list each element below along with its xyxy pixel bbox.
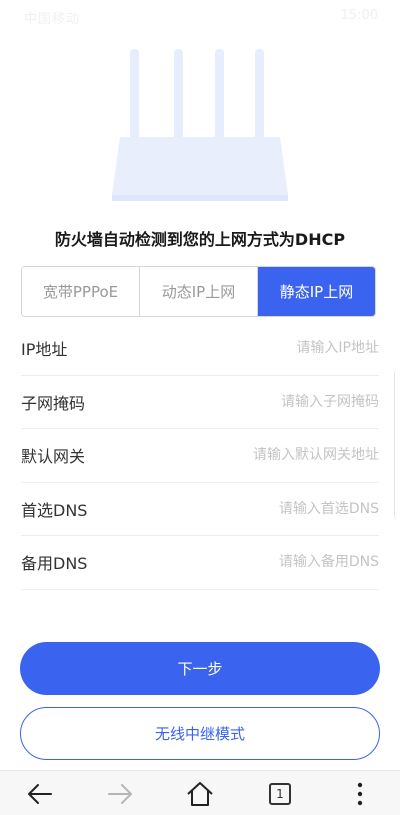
router-illustration-icon	[112, 49, 288, 201]
forward-arrow-icon	[108, 783, 132, 804]
primary-dns-input[interactable]	[179, 500, 379, 517]
page-title: 防火墙自动检测到您的上网方式为DHCP	[54, 230, 346, 249]
connection-mode-tabs: 宽带PPPoE 动态IP上网 静态IP上网	[21, 266, 376, 317]
tab-dynamic-ip[interactable]: 动态IP上网	[140, 267, 258, 316]
carrier-text: 中国移动	[24, 12, 81, 27]
form-row-mask: 子网掩码	[21, 376, 379, 429]
form-row-ip: IP地址	[21, 322, 379, 376]
gateway-input[interactable]	[179, 447, 379, 464]
form-row-gateway: 默认网关	[21, 429, 379, 483]
form-row-dns2: 备用DNS	[21, 536, 379, 590]
tab-pppoe[interactable]: 宽带PPPoE	[22, 267, 140, 316]
forward-button[interactable]	[95, 771, 145, 815]
browser-toolbar: 1	[0, 770, 400, 815]
tabs-icon: 1	[269, 782, 291, 805]
subnet-mask-input[interactable]	[179, 393, 379, 410]
tab-static-ip[interactable]: 静态IP上网	[258, 267, 375, 316]
dns1-label: 首选DNS	[21, 500, 88, 520]
scroll-indicator[interactable]	[394, 370, 400, 520]
ip-label: IP地址	[21, 340, 68, 360]
repeater-mode-button[interactable]: 无线中继模式	[20, 707, 380, 760]
back-button[interactable]	[15, 771, 65, 815]
more-icon	[357, 782, 363, 805]
next-step-button[interactable]: 下一步	[20, 642, 380, 695]
home-button[interactable]	[175, 771, 225, 815]
home-icon	[187, 781, 213, 806]
more-button[interactable]	[335, 771, 385, 815]
clock-text: 15:00	[340, 8, 378, 23]
back-arrow-icon	[28, 783, 52, 804]
status-bar: 中国移动 15:00	[0, 0, 400, 34]
gateway-label: 默认网关	[21, 447, 86, 467]
dns2-label: 备用DNS	[21, 554, 88, 574]
ip-address-input[interactable]	[179, 340, 379, 357]
mask-label: 子网掩码	[21, 393, 86, 413]
static-ip-form: IP地址 子网掩码 默认网关 首选DNS 备用DNS	[21, 322, 379, 590]
secondary-dns-input[interactable]	[179, 554, 379, 571]
form-row-dns1: 首选DNS	[21, 483, 379, 536]
tabs-button[interactable]: 1	[255, 771, 305, 815]
